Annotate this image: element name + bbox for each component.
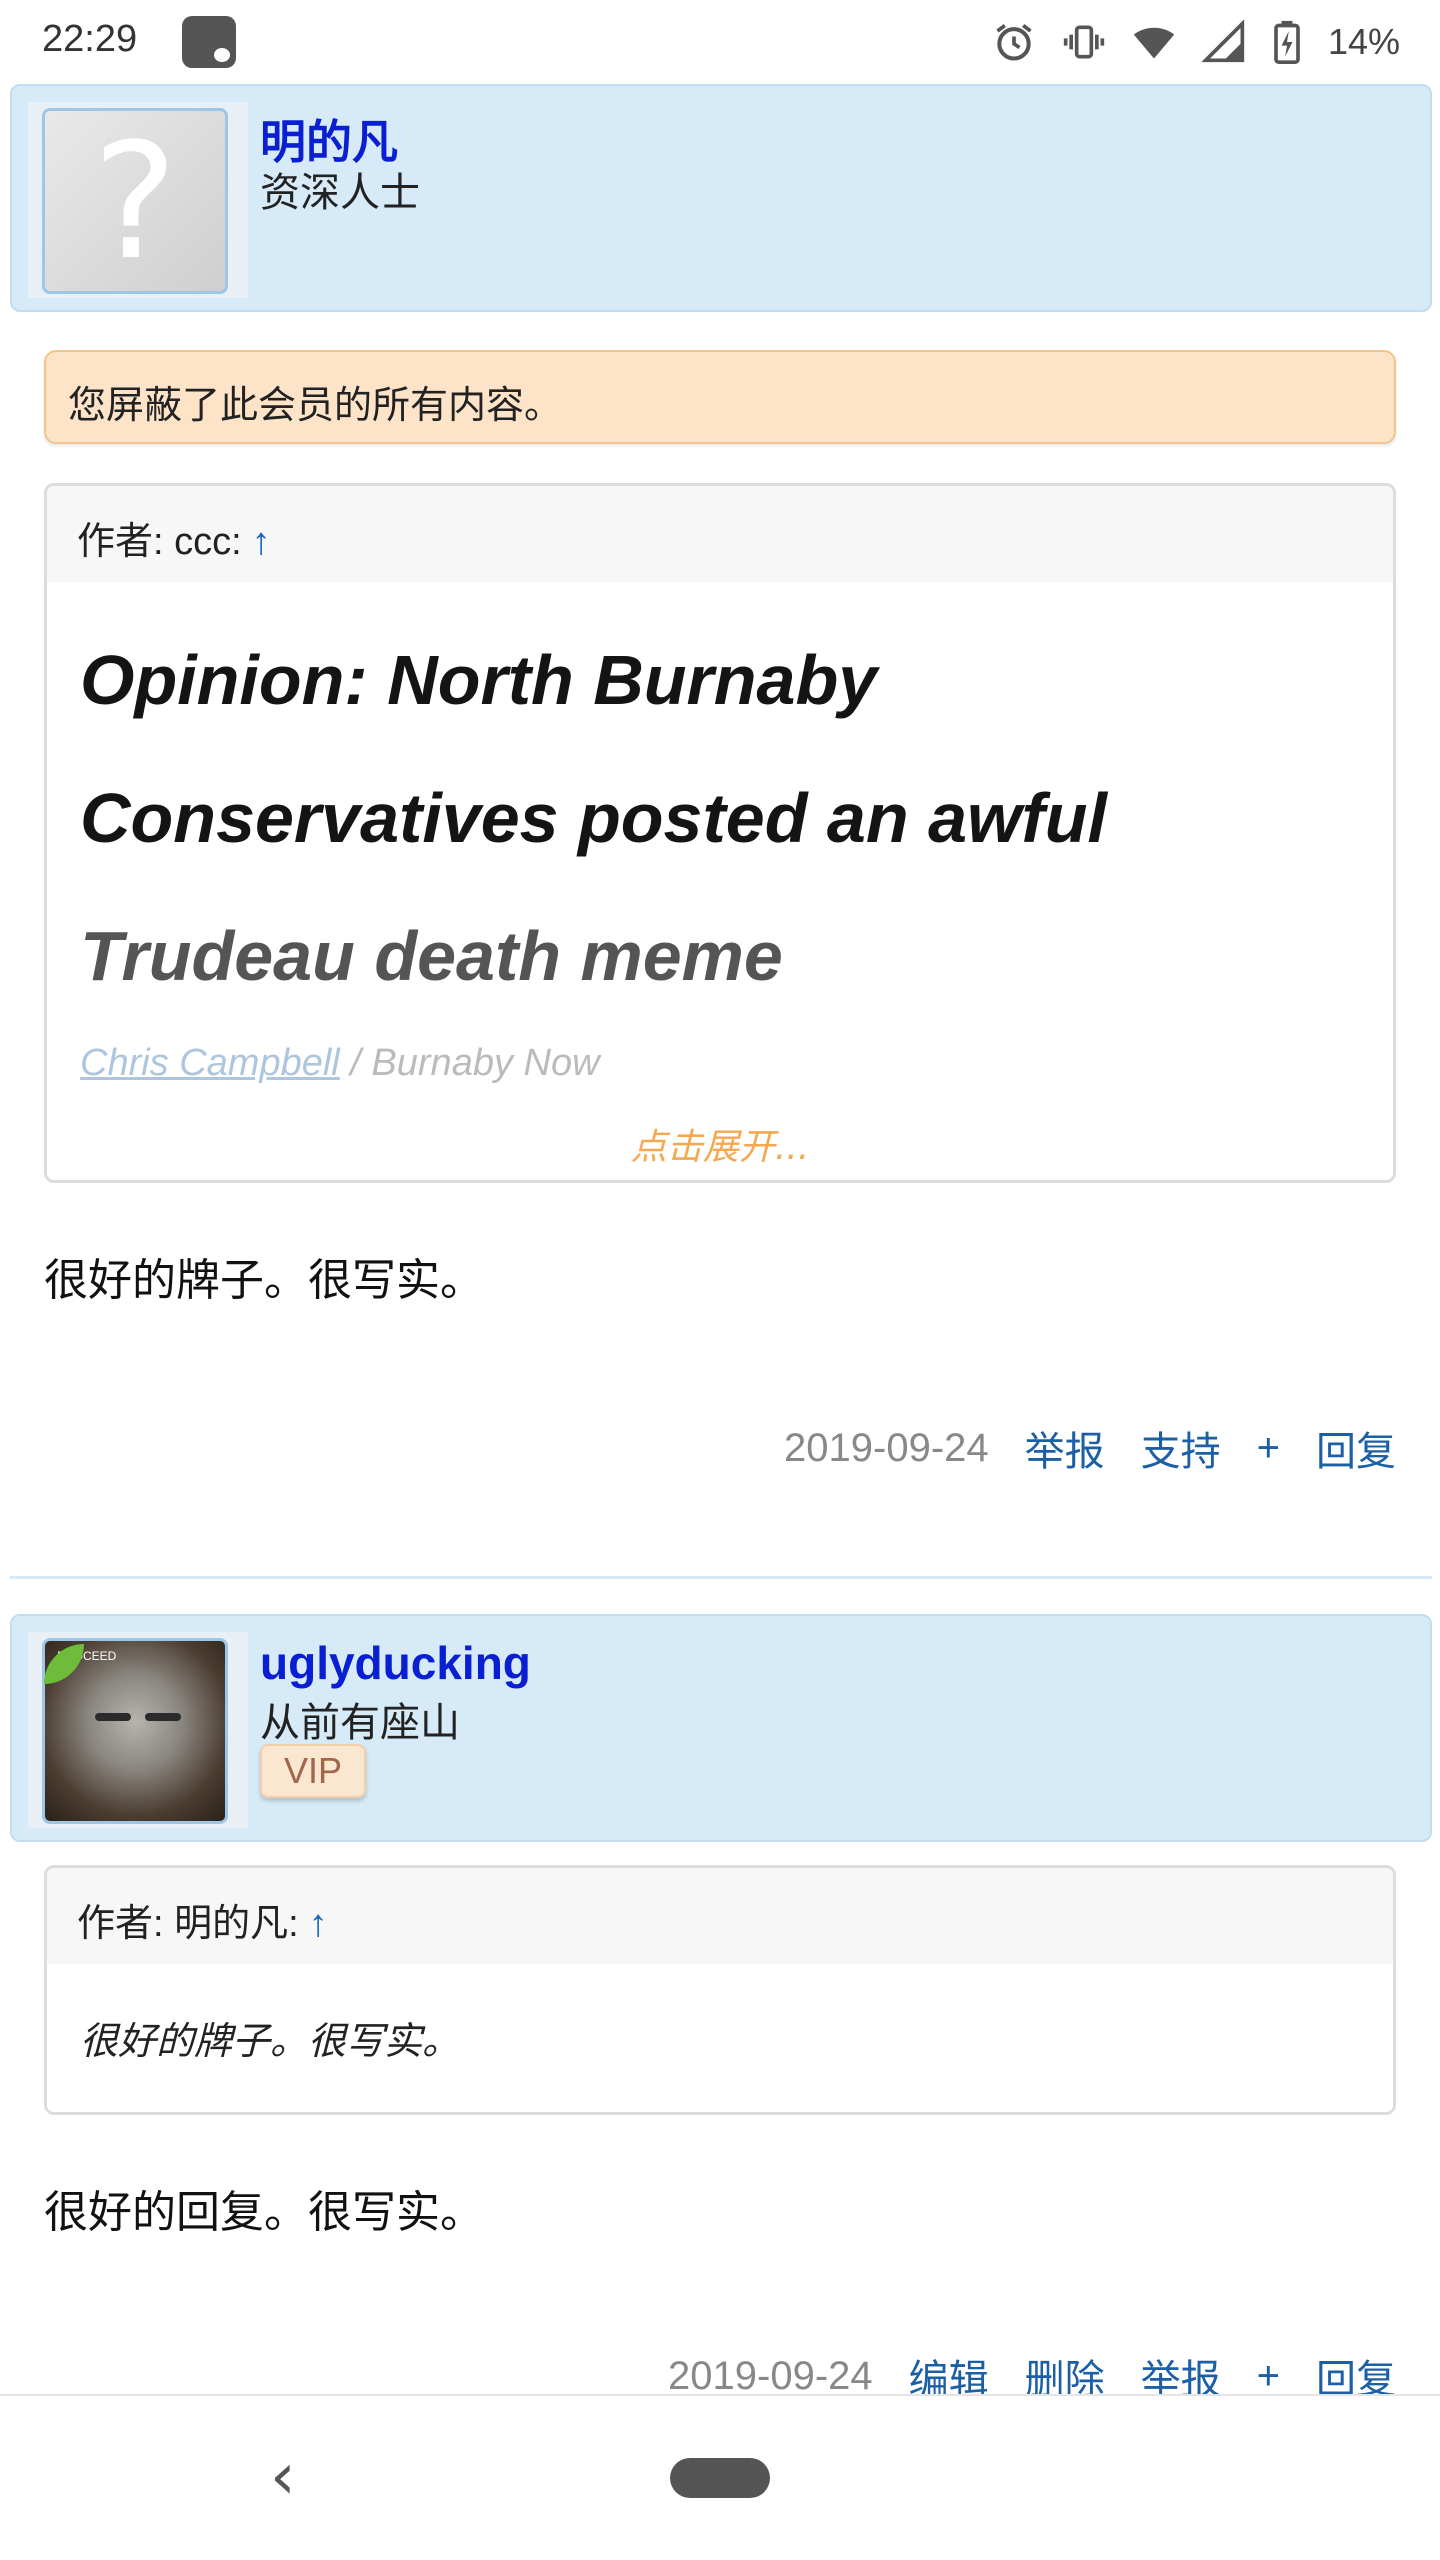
- battery-charging-icon: [1274, 20, 1300, 64]
- user-title: 从前有座山: [260, 1700, 460, 1746]
- vibrate-icon: [1063, 25, 1105, 59]
- add-link[interactable]: +: [1257, 1426, 1280, 1471]
- post-body: 很好的牌子。很写实。: [44, 1255, 484, 1306]
- avatar[interactable]: ?: [42, 108, 228, 294]
- avatar-container: ?: [28, 102, 248, 298]
- vip-badge: VIP: [260, 1744, 367, 1798]
- quote-headline-line-2: Conservatives posted an awful: [80, 779, 1107, 857]
- placeholder-avatar-icon: ?: [45, 111, 225, 291]
- jump-to-quote-icon[interactable]: ↑: [252, 521, 271, 563]
- user-title: 资深人士: [260, 170, 420, 216]
- username-link[interactable]: uglyducking: [260, 1636, 531, 1690]
- quote-box: 作者: 明的凡: ↑: [44, 1865, 1396, 2115]
- byline-author-link[interactable]: Chris Campbell: [80, 1042, 340, 1084]
- quote-author: 作者: ccc: ↑: [77, 510, 271, 565]
- quote-author: 作者: 明的凡: ↑: [77, 1892, 328, 1947]
- reply-link[interactable]: 回复: [1316, 1419, 1396, 1477]
- byline-source: / Burnaby Now: [339, 1042, 600, 1084]
- blocked-notice-text: 您屏蔽了此会员的所有内容。: [68, 383, 563, 427]
- quote-headline-line-3: Trudeau death meme: [80, 917, 783, 995]
- status-time: 22:29: [42, 18, 138, 60]
- post-divider: [10, 1576, 1432, 1579]
- blocked-notice: 您屏蔽了此会员的所有内容。: [44, 350, 1396, 444]
- navigation-bar: ‹: [0, 2394, 1440, 2560]
- quote-author-text: 作者: ccc:: [77, 521, 242, 563]
- post-body: 很好的回复。很写实。: [44, 2187, 484, 2238]
- post-date: 2019-09-24: [784, 1425, 989, 1470]
- back-button[interactable]: ‹: [270, 2440, 296, 2514]
- support-link[interactable]: 支持: [1141, 1419, 1221, 1477]
- post-header: ? 明的凡 资深人士: [10, 84, 1432, 312]
- quote-headline-line-1: Opinion: North Burnaby: [80, 641, 878, 719]
- add-link[interactable]: +: [1257, 2354, 1280, 2399]
- expand-link[interactable]: 点击展开...: [0, 1118, 1440, 1170]
- post-date: 2019-09-24: [668, 2353, 873, 2398]
- cat-eye: [145, 1713, 181, 1721]
- report-link[interactable]: 举报: [1025, 1419, 1105, 1477]
- quote-author-text: 作者: 明的凡:: [77, 1903, 299, 1945]
- wifi-icon: [1133, 27, 1175, 59]
- quote-header: 作者: ccc: ↑: [47, 486, 1393, 582]
- quote-header: 作者: 明的凡: ↑: [47, 1868, 1393, 1964]
- home-button[interactable]: [670, 2458, 770, 2498]
- battery-percent: 14%: [1327, 21, 1400, 62]
- alarm-icon: [996, 24, 1032, 61]
- status-bar: 22:29 14%: [0, 0, 1440, 84]
- signal-icon: [1201, 20, 1245, 63]
- quote-byline: Chris Campbell / Burnaby Now: [80, 1042, 600, 1085]
- post-actions: 2019-09-24 举报 支持 + 回复: [784, 1418, 1396, 1478]
- status-icons: 14%: [992, 14, 1400, 70]
- cat-eye: [95, 1713, 131, 1721]
- post-header: PROCEED uglyducking 从前有座山 VIP: [10, 1614, 1432, 1842]
- notification-app-icon: [182, 16, 236, 68]
- avatar-container: PROCEED: [28, 1632, 248, 1828]
- jump-to-quote-icon[interactable]: ↑: [309, 1903, 328, 1945]
- quote-text: 很好的牌子。很写实。: [80, 2019, 461, 2063]
